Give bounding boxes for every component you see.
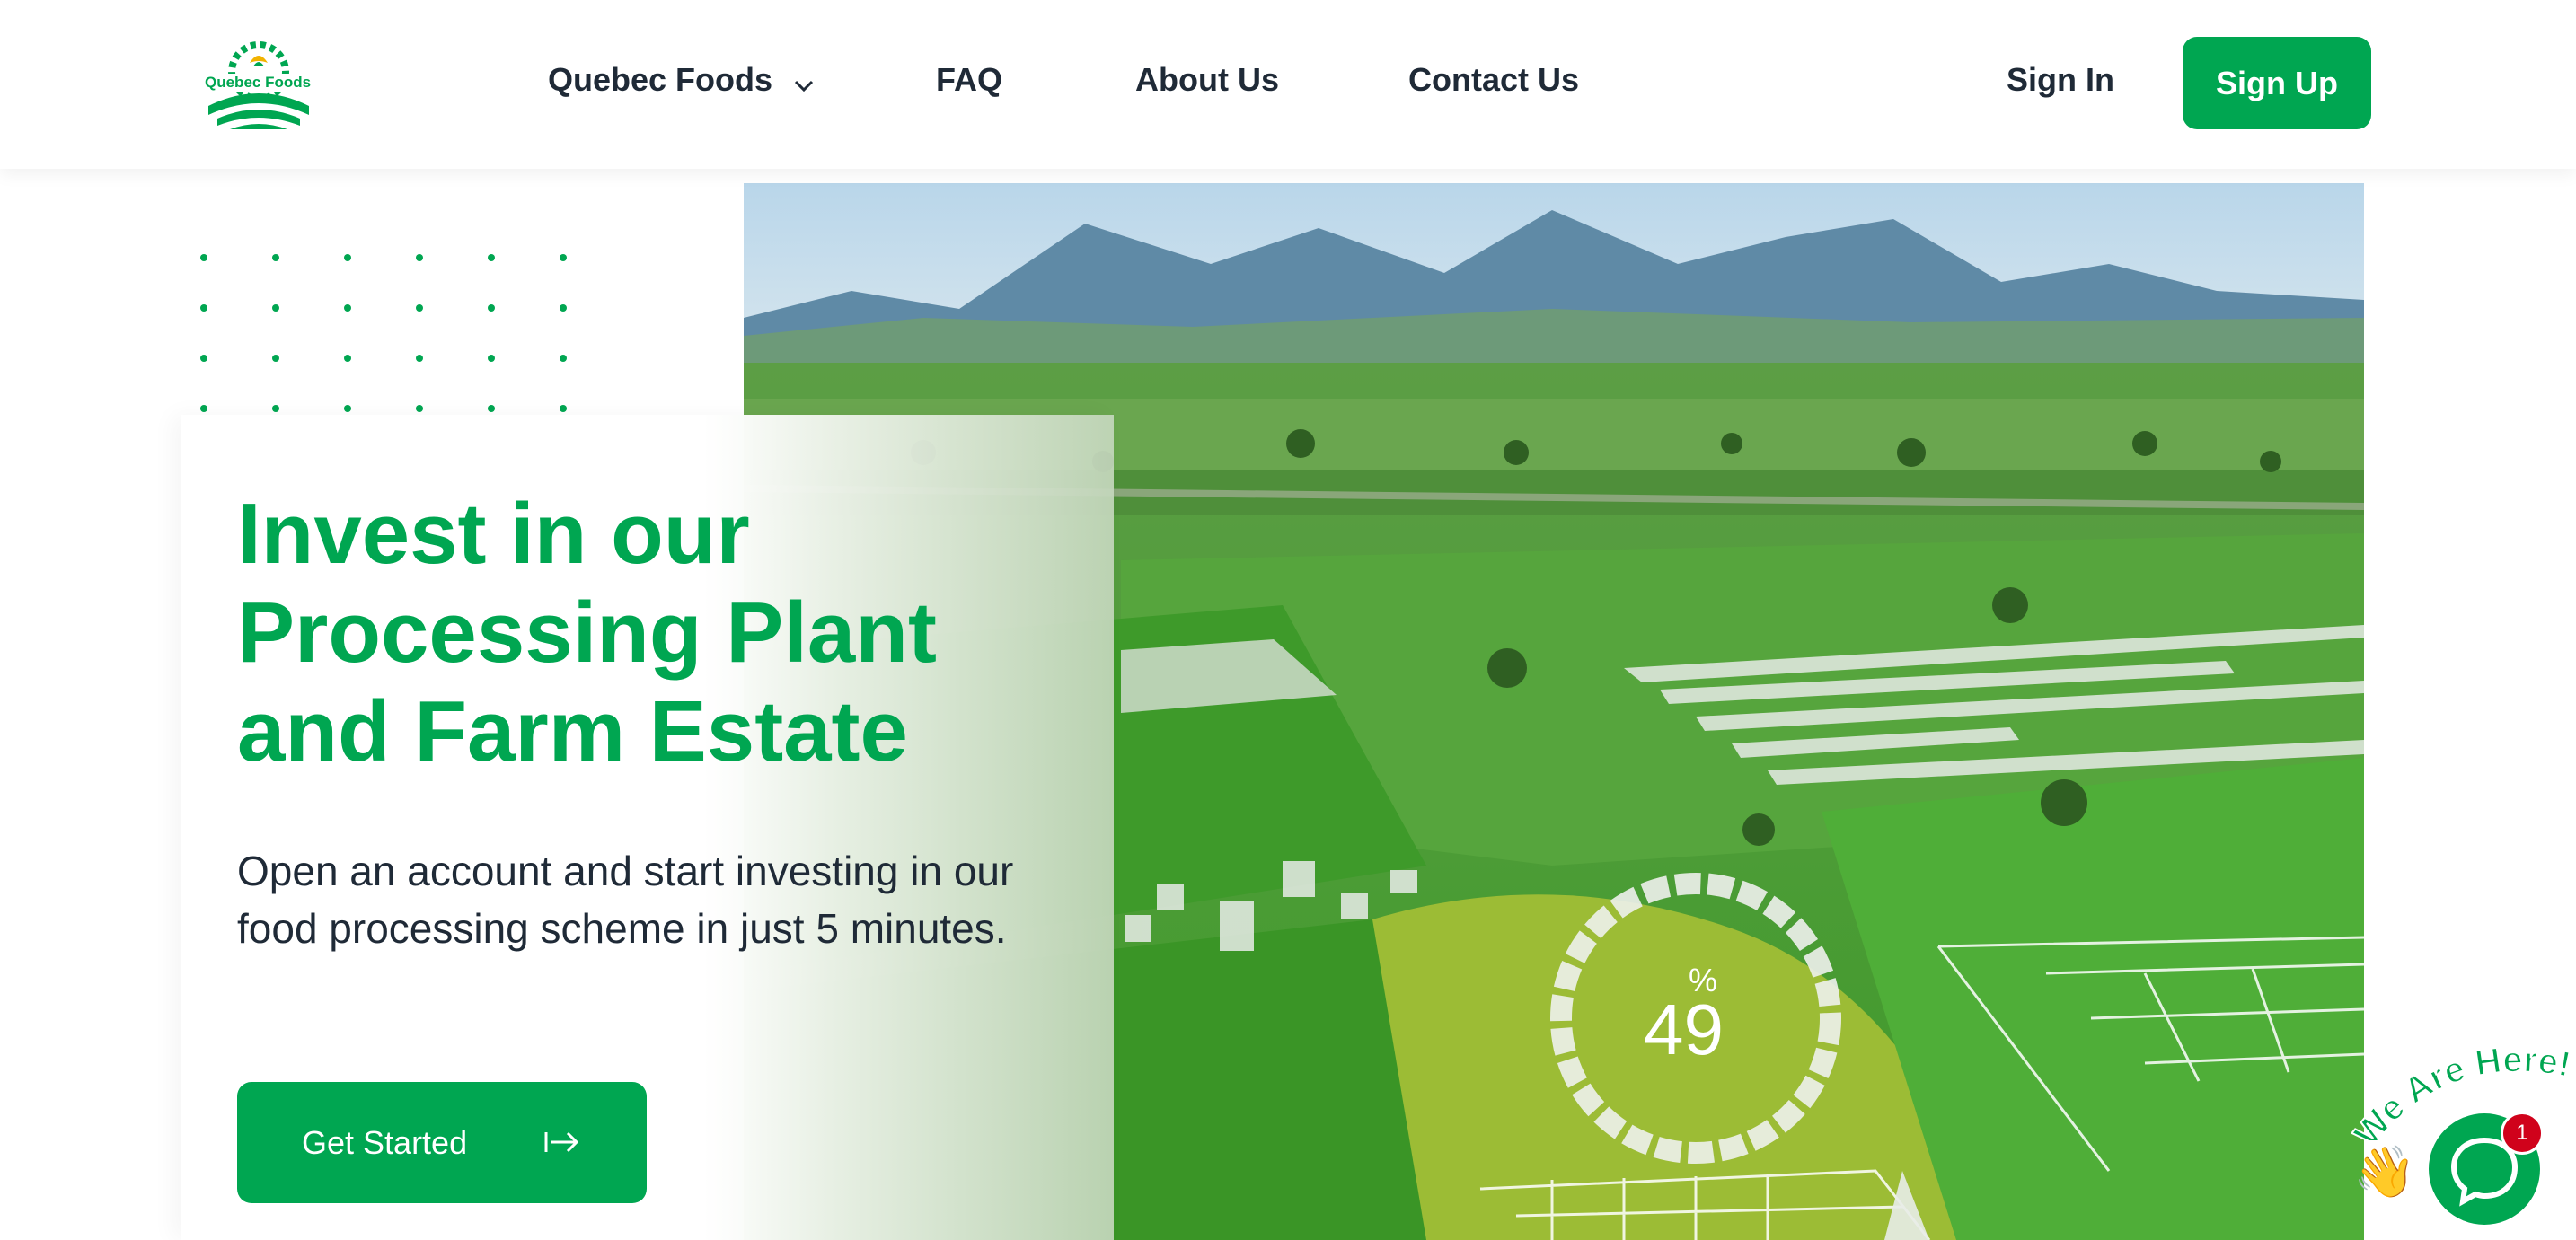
site-header: Quebec Foods Quebec Foods FAQ About Us C…	[0, 0, 2576, 169]
nav-contact-us[interactable]: Contact Us	[1408, 61, 1579, 99]
chat-widget: We Are Here! 👋 1	[2335, 1042, 2576, 1240]
nav-about-us[interactable]: About Us	[1135, 61, 1279, 99]
logo-wordmark: Quebec Foods	[203, 74, 313, 92]
arrow-right-icon	[543, 1127, 582, 1162]
get-started-button[interactable]: Get Started	[237, 1082, 647, 1203]
chat-unread-badge: 1	[2501, 1112, 2544, 1155]
nav-faq[interactable]: FAQ	[936, 61, 1002, 99]
gauge-percent-value: 49	[1644, 989, 1724, 1069]
nav-quebec-foods-label: Quebec Foods	[548, 61, 773, 98]
get-started-label: Get Started	[302, 1123, 468, 1161]
sign-up-button[interactable]: Sign Up	[2183, 37, 2371, 129]
nav-quebec-foods[interactable]: Quebec Foods	[548, 61, 814, 101]
quebec-foods-logo[interactable]: Quebec Foods	[199, 36, 318, 133]
sign-in-link[interactable]: Sign In	[2007, 61, 2114, 99]
hero-headline: Invest in our Processing Plant and Farm …	[237, 486, 937, 779]
waving-hand-icon: 👋	[2353, 1143, 2416, 1200]
hero-subtext: Open an account and start investing in o…	[237, 848, 1014, 952]
chevron-down-icon	[794, 63, 814, 101]
dot-grid-decoration	[192, 250, 587, 420]
